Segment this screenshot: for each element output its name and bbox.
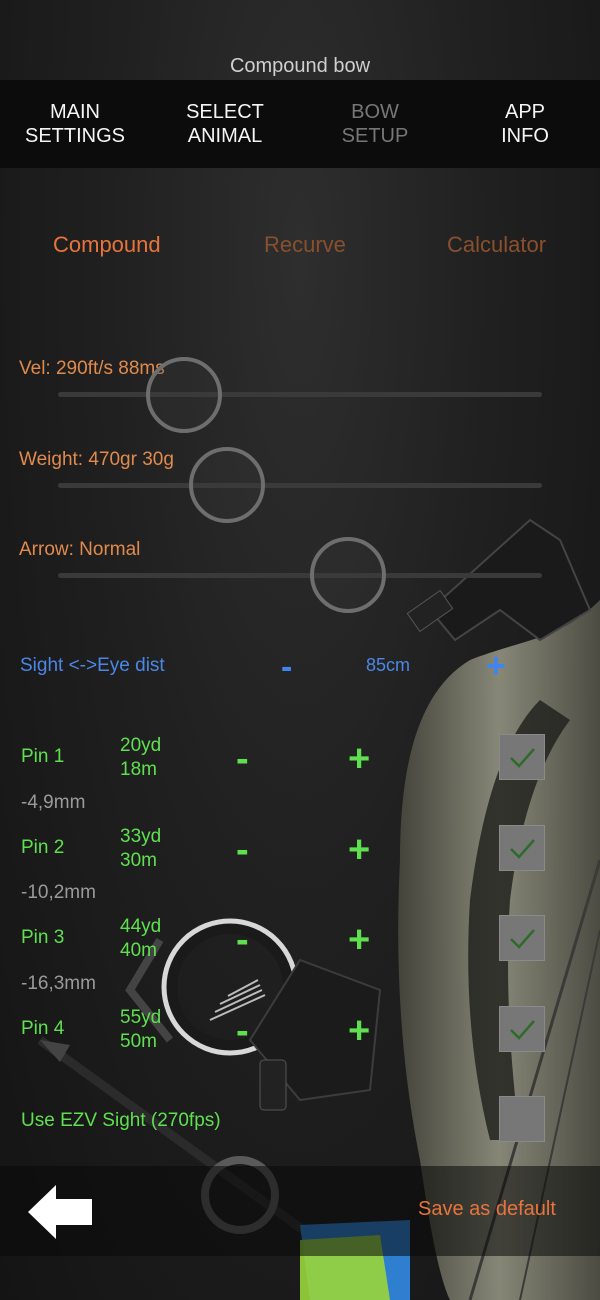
sight-eye-distance-label: Sight <->Eye dist: [20, 655, 165, 676]
velocity-slider-track[interactable]: [58, 392, 542, 397]
ezv-sight-label: Use EZV Sight (270fps): [21, 1110, 221, 1131]
pin-4-label: Pin 4: [21, 1018, 65, 1039]
pin-3-plus-button[interactable]: +: [348, 921, 370, 959]
pin-1-plus-button[interactable]: +: [348, 740, 370, 778]
nav-app-info[interactable]: APP INFO: [450, 80, 600, 168]
pin-4-distance: 55yd 50m: [120, 1006, 161, 1054]
pin-4-plus-button[interactable]: +: [348, 1012, 370, 1050]
pin-1-minus-button[interactable]: -: [236, 740, 249, 778]
arrow-label: Arrow: Normal: [19, 539, 141, 560]
pin-2-label: Pin 2: [21, 837, 65, 858]
check-icon: [510, 929, 535, 949]
weight-slider-track[interactable]: [58, 483, 542, 488]
pin-2-checkbox[interactable]: [499, 825, 545, 871]
nav-main-settings[interactable]: MAIN SETTINGS: [0, 80, 150, 168]
ezv-sight-checkbox[interactable]: [499, 1096, 545, 1142]
top-navigation: MAIN SETTINGS SELECT ANIMAL BOW SETUP AP…: [0, 80, 600, 168]
pin-4-meters: 50m: [120, 1031, 157, 1052]
pin-3-distance: 44yd 40m: [120, 915, 161, 963]
pin-1-offset: -4,9mm: [21, 792, 86, 813]
arrow-slider-track[interactable]: [58, 573, 542, 578]
pin-3-offset: -16,3mm: [21, 973, 96, 994]
pin-3-yards: 44yd: [120, 916, 162, 937]
sight-eye-plus-button[interactable]: +: [486, 647, 506, 686]
pin-1-checkbox[interactable]: [499, 734, 545, 780]
bow-type-tabs: Compound Recurve Calculator: [0, 232, 600, 276]
tab-calculator[interactable]: Calculator: [447, 232, 546, 258]
screen-title: Compound bow: [229, 55, 371, 77]
pin-4-checkbox[interactable]: [499, 1006, 545, 1052]
pin-1-distance: 20yd 18m: [120, 734, 161, 782]
pin-2-yards: 33yd: [120, 826, 162, 847]
pin-2-minus-button[interactable]: -: [236, 831, 249, 869]
pin-2-meters: 30m: [120, 850, 157, 871]
sight-eye-distance-value: 85cm: [366, 655, 411, 675]
nav-select-animal[interactable]: SELECT ANIMAL: [150, 80, 300, 168]
sight-eye-minus-button[interactable]: -: [281, 648, 292, 687]
weight-slider-handle[interactable]: [189, 447, 266, 523]
save-as-default-button[interactable]: Save as default: [418, 1198, 556, 1221]
tab-recurve[interactable]: Recurve: [264, 232, 346, 258]
pin-1-meters: 18m: [120, 759, 157, 780]
pin-1-label: Pin 1: [21, 746, 65, 767]
pin-1-yards: 20yd: [120, 735, 162, 756]
pin-2-distance: 33yd 30m: [120, 825, 161, 873]
check-icon: [510, 748, 535, 768]
arrow-slider-handle[interactable]: [310, 537, 387, 613]
pin-4-yards: 55yd: [120, 1007, 162, 1028]
nav-bow-setup[interactable]: BOW SETUP: [300, 80, 450, 168]
pin-3-label: Pin 3: [21, 927, 65, 948]
velocity-slider-handle[interactable]: [145, 357, 222, 433]
pin-4-minus-button[interactable]: -: [236, 1012, 249, 1050]
back-arrow-icon[interactable]: [26, 1183, 94, 1241]
pin-2-plus-button[interactable]: +: [348, 831, 370, 869]
pin-3-meters: 40m: [120, 940, 157, 961]
weight-label: Weight: 470gr 30g: [19, 449, 174, 470]
tab-compound[interactable]: Compound: [53, 232, 161, 258]
velocity-label: Vel: 290ft/s 88ms: [19, 358, 165, 379]
pin-3-minus-button[interactable]: -: [236, 921, 249, 959]
check-icon: [510, 1020, 535, 1040]
pin-2-offset: -10,2mm: [21, 882, 96, 903]
pin-3-checkbox[interactable]: [499, 915, 545, 961]
check-icon: [510, 839, 535, 859]
